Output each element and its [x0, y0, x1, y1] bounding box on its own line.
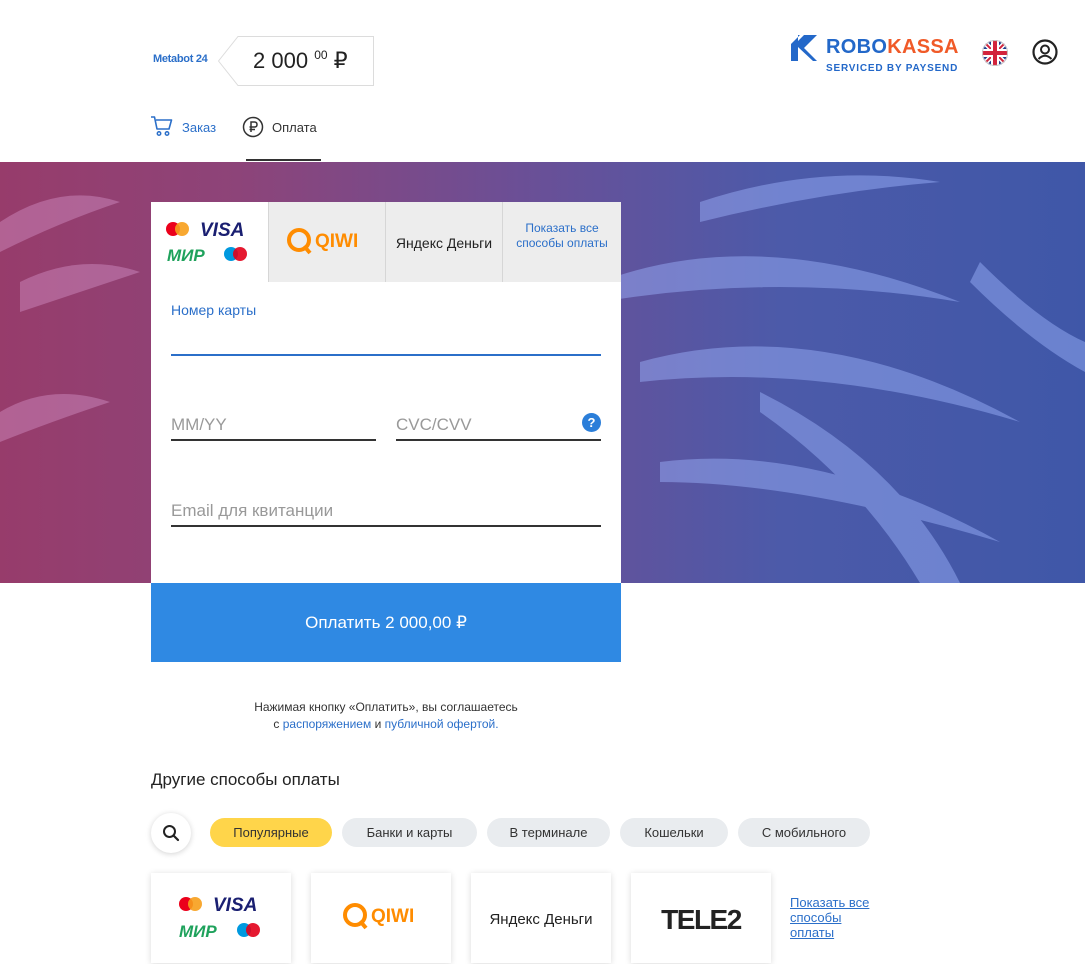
chip-wallets[interactable]: Кошельки: [620, 818, 728, 847]
nav-order[interactable]: Заказ: [150, 114, 216, 161]
tile-tele2-text: TELE2: [661, 904, 742, 935]
nav-payment[interactable]: Оплата: [242, 114, 321, 161]
qiwi-logo-text: QIWI: [315, 231, 358, 252]
tile-mir-text: МИР: [179, 922, 217, 941]
method-tile-bank-card[interactable]: VISA МИР: [151, 873, 291, 963]
card-brands-icon: VISA МИР: [166, 220, 247, 265]
tile-visa-text: VISA: [213, 895, 257, 916]
method-tile-yandex-money[interactable]: Яндекс Деньги: [471, 873, 611, 963]
agreement-dot: .: [495, 717, 499, 731]
amount-currency: ₽: [333, 48, 348, 73]
search-button[interactable]: [151, 813, 191, 853]
yandex-logo-text: Яндекс Деньги: [396, 235, 492, 251]
amount-value: 2 000 00 ₽: [253, 48, 348, 74]
agreement-line2: с распоряжением и публичной офертой.: [151, 716, 621, 733]
ruble-icon: [242, 116, 264, 138]
email-field[interactable]: Email для квитанции: [171, 501, 601, 527]
pay-button[interactable]: Оплатить 2 000,00 ₽: [151, 583, 621, 662]
amount-badge: 2 000 00 ₽: [218, 36, 374, 86]
cvc-field[interactable]: CVC/CVV ?: [396, 413, 601, 441]
header: Metabot 24 2 000 00 ₽ ROBOKASSA SERVICED…: [0, 0, 1085, 161]
agreement-text: Нажимая кнопку «Оплатить», вы соглашаете…: [151, 699, 621, 733]
card-brands-icon: VISA МИР: [179, 895, 260, 941]
show-all-methods-link[interactable]: Показать все способы оплаты: [790, 895, 880, 940]
robokassa-mark-icon: [791, 35, 817, 61]
nav-payment-label: Оплата: [272, 120, 317, 135]
amount-cents: 00: [314, 48, 328, 62]
tab-bank-card[interactable]: VISA МИР: [151, 202, 269, 282]
tab-qiwi[interactable]: QIWI: [269, 202, 386, 282]
expiry-field[interactable]: MM/YY: [171, 415, 376, 441]
user-account-icon[interactable]: [1032, 39, 1058, 65]
order-terms-link[interactable]: распоряжением: [283, 717, 372, 731]
search-icon: [163, 825, 180, 842]
payment-method-tabs: VISA МИР QIWI Яндекс Деньги Показать все…: [151, 202, 621, 282]
method-tile-tele2[interactable]: TELE2: [631, 873, 771, 963]
other-methods-title: Другие способы оплаты: [151, 770, 340, 789]
cvc-help-icon[interactable]: ?: [582, 413, 601, 432]
card-number-field[interactable]: Номер карты: [171, 302, 601, 356]
agreement-line1: Нажимая кнопку «Оплатить», вы соглашаете…: [254, 700, 518, 714]
merchant-name: Metabot 24: [153, 53, 208, 65]
tile-yandex-text: Яндекс Деньги: [489, 911, 592, 928]
tile-qiwi-text: QIWI: [371, 906, 414, 927]
public-offer-link[interactable]: публичной офертой: [385, 717, 496, 731]
chip-popular[interactable]: Популярные: [210, 818, 332, 847]
logo-subtitle: SERVICED BY PAYSEND: [826, 63, 959, 74]
cvc-placeholder: CVC/CVV: [396, 415, 472, 434]
logo-wordmark: ROBOKASSA: [826, 36, 959, 58]
chip-terminal[interactable]: В терминале: [487, 818, 610, 847]
tab-show-all-methods[interactable]: Показать все способы оплаты: [503, 202, 621, 282]
card-number-label: Номер карты: [171, 302, 257, 318]
qiwi-logo-icon: QIWI: [287, 228, 358, 255]
show-all-methods-label: Показать все способы оплаты: [516, 221, 608, 250]
robokassa-logo[interactable]: ROBOKASSA SERVICED BY PAYSEND: [791, 35, 961, 77]
language-flag-icon[interactable]: [982, 40, 1008, 66]
yandex-money-logo-icon: Яндекс Деньги: [396, 235, 492, 251]
mir-logo-text: МИР: [167, 246, 205, 265]
expiry-placeholder: MM/YY: [171, 415, 227, 434]
payment-card: VISA МИР QIWI Яндекс Деньги Показать все…: [151, 202, 621, 583]
cart-icon: [151, 116, 173, 136]
yandex-money-logo-icon: Яндекс Деньги: [489, 911, 592, 928]
method-tile-qiwi[interactable]: QIWI: [311, 873, 451, 963]
tab-yandex-money[interactable]: Яндекс Деньги: [386, 202, 503, 282]
nav-order-label: Заказ: [182, 120, 217, 135]
agreement-conjunction: и: [374, 717, 382, 731]
chip-banks-cards[interactable]: Банки и карты: [342, 818, 477, 847]
qiwi-logo-icon: QIWI: [343, 903, 414, 930]
email-placeholder: Email для квитанции: [171, 501, 334, 520]
amount-main: 2 000: [253, 48, 309, 73]
tele2-logo-icon: TELE2: [661, 904, 743, 935]
agreement-prefix: с: [273, 717, 280, 731]
visa-logo-text: VISA: [200, 220, 244, 241]
chip-mobile[interactable]: С мобильного: [738, 818, 870, 847]
